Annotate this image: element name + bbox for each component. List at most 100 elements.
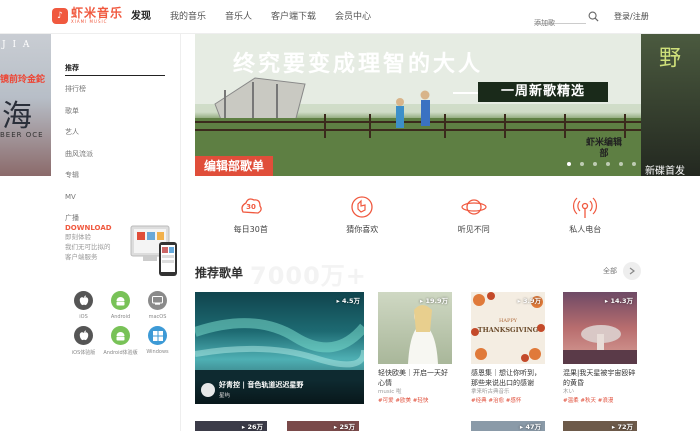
playlist-tags: #温柔 #秋天 #浪漫: [563, 398, 614, 404]
top-header: ♪ 虾米音乐 XIAMI MUSIC 发现 我的音乐 音乐人 客户端下载 会员中…: [0, 0, 700, 34]
banner-title: 终究要变成理智的大人: [233, 52, 484, 77]
play-count-value: 3.9万: [522, 297, 541, 305]
platform-android-beta[interactable]: Android体验版: [102, 326, 139, 356]
platform-ios-beta[interactable]: iOS体验版: [65, 326, 102, 356]
playlist-title: 感恩集｜想让你听到，那些来说出口的感谢: [471, 369, 541, 387]
prev-slide-text: 海: [2, 99, 32, 134]
playlist-card-featured[interactable]: ▸ 4.5万 好青控 | 音色轨道迟迟星野 星屿: [195, 292, 364, 404]
playlist-title: 好青控 | 音色轨道迟迟星野: [219, 381, 304, 389]
nav-discover[interactable]: 发现: [131, 0, 151, 34]
windows-icon: [148, 326, 167, 345]
hero-banner[interactable]: 终究要变成理智的大人 一周新歌精选 编辑部歌单 虾米编辑部: [195, 34, 641, 176]
next-slide-text: 新碟首发: [645, 166, 685, 176]
carousel-dot[interactable]: [632, 162, 636, 166]
platform-macos[interactable]: macOS: [139, 291, 176, 320]
playlist-cover: ▸ 19.9万: [378, 292, 452, 364]
nav-vip-center[interactable]: 会员中心: [335, 0, 371, 34]
sidebar-item-playlists[interactable]: 歌单: [65, 105, 165, 127]
search-input[interactable]: [534, 16, 586, 30]
quick-entry-label: 听见不同: [457, 225, 490, 234]
playlist-author: 木い: [563, 389, 575, 395]
svg-text:THANKSGIVING: THANKSGIVING: [478, 326, 539, 334]
quick-entry-label: 猜你喜欢: [346, 225, 379, 234]
avatar: [201, 383, 215, 397]
carousel-dot[interactable]: [580, 162, 584, 166]
banner-subtitle: 一周新歌精选: [478, 82, 608, 102]
login-register-link[interactable]: 登录/注册: [614, 11, 649, 22]
platform-ios[interactable]: iOS: [65, 291, 102, 320]
daily-30-entry[interactable]: 30 每日30首: [195, 194, 307, 244]
quick-entry-label: 每日30首: [233, 225, 268, 234]
search-box: [534, 10, 586, 30]
platform-label: iOS体验版: [71, 350, 96, 356]
play-count-value: 19.9万: [425, 297, 448, 305]
sidebar-item-charts[interactable]: 排行榜: [65, 83, 165, 105]
platform-android[interactable]: Android: [102, 291, 139, 320]
playlist-tags: #经典 #治愈 #感怀: [471, 398, 522, 404]
sidebar-item-recommend[interactable]: 推荐: [65, 62, 165, 76]
play-count-value: 4.5万: [341, 297, 360, 305]
carousel-dot[interactable]: [593, 162, 597, 166]
devices-illustration: [130, 225, 177, 276]
platform-downloads: iOS Android macOS iOS体验版 Android体验版 Wind…: [65, 291, 175, 356]
nav-client-download[interactable]: 客户端下载: [271, 0, 316, 34]
platform-label: iOS: [79, 314, 88, 320]
carousel-dot[interactable]: [619, 162, 623, 166]
platform-label: Windows: [146, 349, 169, 355]
playlist-card[interactable]: ▸ 19.9万 轻快欧美｜开启一天好心情 music 啦 #可爱 #欧美 #轻快: [378, 292, 452, 406]
download-promo: DOWNLOAD 即刻体验 我们无可比拟的 客户端服务: [65, 224, 180, 276]
sidebar-item-genres[interactable]: 曲风流派: [65, 148, 165, 170]
next-slide-text: 野: [655, 46, 680, 68]
logo-subtext: XIAMI MUSIC: [71, 19, 108, 24]
hear-different-entry[interactable]: 听见不同: [418, 194, 530, 244]
private-radio-entry[interactable]: 私人电台: [530, 194, 642, 244]
nav-musicians[interactable]: 音乐人: [225, 0, 252, 34]
playlist-cover: ▸ 14.3万: [563, 292, 637, 364]
sidebar-item-albums[interactable]: 专辑: [65, 169, 165, 191]
playlist-cover: ▸ 4.5万 好青控 | 音色轨道迟迟星野 星屿: [195, 292, 364, 404]
android-icon: [111, 291, 130, 310]
play-count: ▸ 26万: [241, 423, 263, 431]
divider: [453, 92, 478, 94]
chevron-right-icon: [629, 267, 635, 275]
apple-icon: [74, 291, 93, 310]
play-count: ▸ 72万: [611, 423, 633, 431]
play-count-value: 26万: [247, 423, 263, 431]
sidebar-item-mv[interactable]: MV: [65, 191, 165, 213]
guess-you-like-entry[interactable]: 猜你喜欢: [307, 194, 419, 244]
play-count: ▸ 4.5万: [336, 297, 360, 305]
platform-windows[interactable]: Windows: [139, 326, 176, 356]
section-title: 推荐歌单: [195, 266, 244, 280]
play-count: ▸ 47万: [519, 423, 541, 431]
playlist-card-partial[interactable]: ▸ 47万: [471, 421, 545, 431]
sidebar-item-artists[interactable]: 艺人: [65, 126, 165, 148]
view-all-link[interactable]: 全部: [603, 266, 617, 276]
apple-icon: [74, 326, 93, 345]
nav-my-music[interactable]: 我的音乐: [170, 0, 206, 34]
banner-prev-slide[interactable]: J I A 镜前玲金鉈 海 BEER OCE: [0, 34, 51, 176]
banner-tag: 编辑部歌单: [195, 156, 273, 176]
playlist-card-partial[interactable]: ▸ 26万: [195, 421, 267, 431]
play-count: ▸ 14.3万: [604, 297, 633, 305]
quick-entry-label: 私人电台: [569, 225, 602, 234]
svg-text:HAPPY: HAPPY: [499, 318, 518, 324]
playlist-tags: #可爱 #欧美 #轻快: [378, 398, 429, 404]
search-icon[interactable]: [588, 11, 599, 22]
carousel-dot[interactable]: [606, 162, 610, 166]
next-page-button[interactable]: [623, 262, 641, 280]
xiami-logo[interactable]: ♪ 虾米音乐 XIAMI MUSIC: [52, 7, 123, 24]
hand-heart-icon: [351, 196, 373, 218]
playlist-card-partial[interactable]: ▸ 25万: [287, 421, 359, 431]
playlist-card-partial[interactable]: ▸ 72万: [563, 421, 637, 431]
playlist-author: 拿来听古典音乐: [471, 389, 510, 395]
play-count-value: 72万: [617, 423, 633, 431]
left-sidebar: 推荐 排行榜 歌单 艺人 曲风流派 专辑 MV 广播 DOWNLOAD 即刻体验…: [51, 34, 181, 431]
svg-text:30: 30: [246, 203, 256, 211]
playlist-card[interactable]: HAPPY THANKSGIVING ▸ 3.9万 感恩集｜想让你听到，那些来说…: [471, 292, 545, 406]
main-nav: 发现 我的音乐 音乐人 客户端下载 会员中心: [131, 0, 390, 34]
banner-next-slide[interactable]: 野 新碟首发: [641, 34, 700, 176]
playlist-card[interactable]: ▸ 14.3万 混果|我天星被宇宙殴碎的黄昏 木い #温柔 #秋天 #浪漫: [563, 292, 637, 406]
logo-text: 虾米音乐: [71, 6, 124, 20]
carousel-dot[interactable]: [567, 162, 571, 166]
daily-30-icon: 30: [241, 198, 262, 214]
